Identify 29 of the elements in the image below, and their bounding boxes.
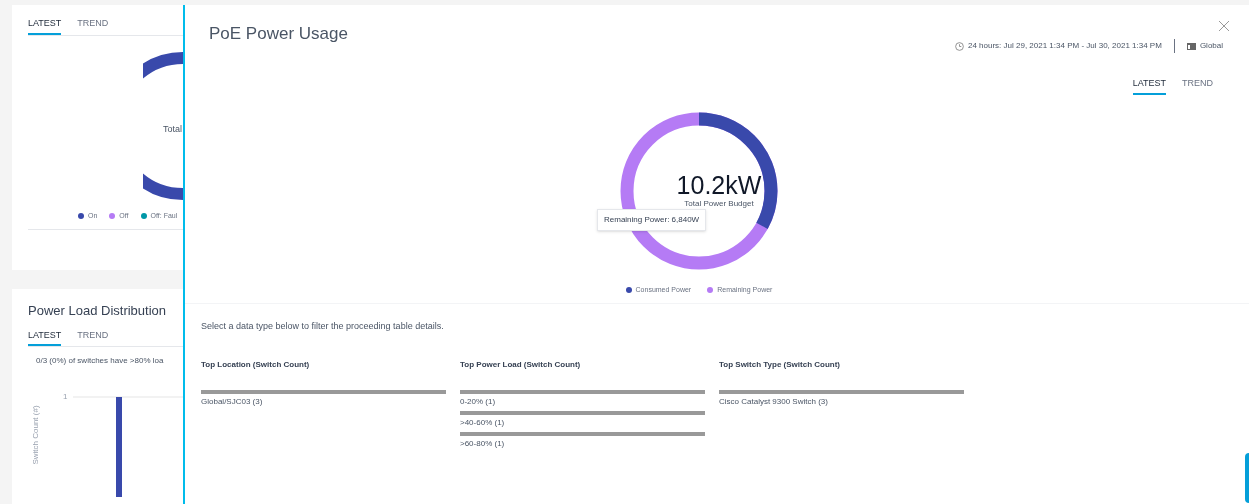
donut-caption: Total Power Budget	[684, 197, 754, 210]
bar-label[interactable]: Cisco Catalyst 9300 Switch (3)	[719, 397, 964, 406]
tab[interactable]: LATEST	[28, 17, 62, 35]
column-title: Top Location (Switch Count)	[201, 358, 311, 371]
summary-text: 0/3 (0%) of switches have >80% loa	[36, 355, 165, 368]
tooltip: Remaining Power: 6,840W	[597, 208, 707, 231]
bar-label[interactable]: >40-60% (1)	[460, 418, 705, 427]
bar-label[interactable]: 0-20% (1)	[460, 397, 705, 406]
tab[interactable]: TREND	[77, 328, 109, 347]
bar-label[interactable]: >60-80% (1)	[460, 439, 705, 448]
y-tick-label: 1	[63, 391, 68, 404]
location-label: Global	[1199, 40, 1223, 52]
close-icon[interactable]	[1219, 21, 1229, 31]
tab[interactable]: LATEST	[28, 328, 62, 347]
donut-center-label: Total	[163, 122, 182, 136]
tab[interactable]: LATEST	[1132, 77, 1166, 95]
scroll-handle[interactable]	[1245, 453, 1249, 503]
bar-label[interactable]: Global/SJC03 (3)	[201, 397, 446, 406]
y-axis-label: Switch Count (#)	[29, 405, 41, 465]
donut-value: 10.2kW	[676, 172, 762, 198]
column-title: Top Switch Type (Switch Count)	[719, 358, 842, 371]
clock-icon	[954, 41, 964, 51]
drawer-title: PoE Power Usage	[209, 23, 348, 45]
instruction-text: Select a data type below to filter the proceeding table details.	[201, 320, 445, 333]
tab[interactable]: TREND	[1182, 77, 1213, 95]
time-range: 24 hours: Jul 29, 2021 1:34 PM - Jul 30, 2021 1:34 PM	[967, 40, 1162, 52]
tab[interactable]: TREND	[77, 17, 109, 35]
column-title: Top Power Load (Switch Count)	[460, 358, 582, 371]
card-title: Power Load Distribution	[28, 302, 168, 321]
